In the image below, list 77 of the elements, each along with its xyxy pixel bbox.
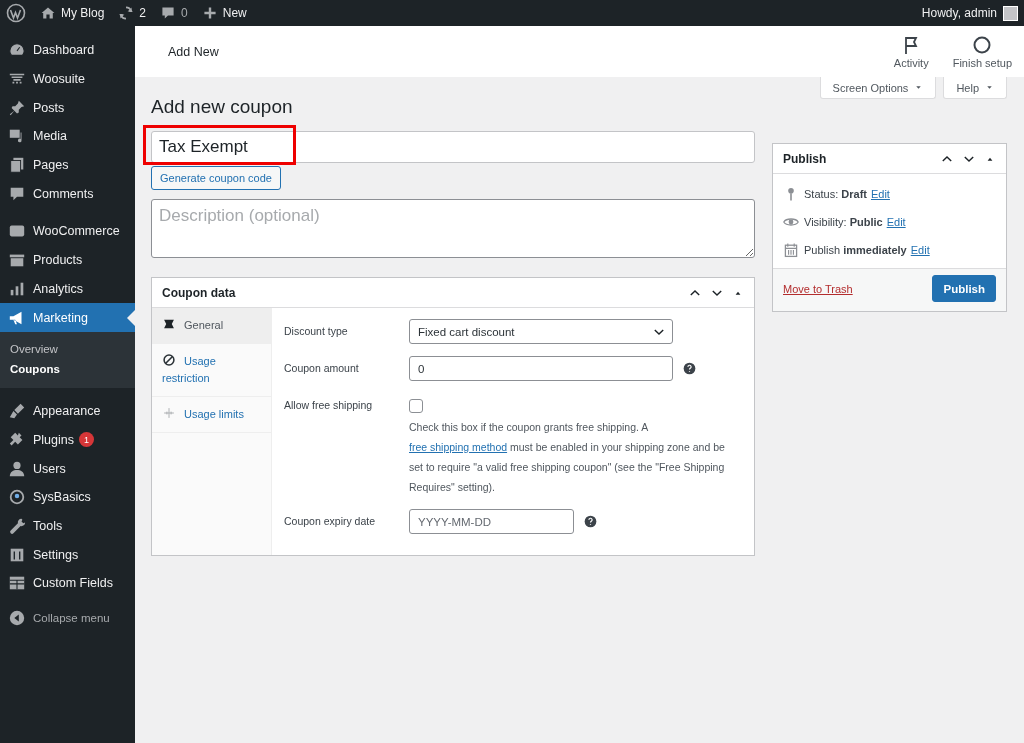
sidebar-menu-item[interactable]: Tools	[0, 511, 135, 541]
help-link[interactable]: free shipping method	[409, 441, 508, 453]
collapse-circle-icon	[8, 609, 26, 628]
publish-setting: Visibility: Public	[804, 216, 883, 228]
help-text: Check this box if the coupon grants free shipping. A free shipping method must be enabled in your shipping zone and be set to require "a valid free shipping coupon" (see the "Free Shipping Requires" setting).	[409, 420, 726, 495]
ticket-icon	[162, 317, 176, 331]
publish-setting: Status: Draft	[804, 188, 867, 200]
comments-link[interactable]: 0	[160, 5, 188, 21]
page-title: Add new coupon	[151, 96, 294, 118]
trash-link[interactable]: Move to Trash	[783, 282, 853, 295]
avatar-placeholder	[1003, 5, 1018, 21]
screen-meta-tab[interactable]: Help	[943, 77, 1007, 99]
edit-link[interactable]: Edit	[910, 244, 930, 256]
site-link[interactable]: My Blog	[40, 5, 105, 21]
dropdown-field[interactable]: Fixed cart discount	[409, 319, 673, 344]
sidebar-menu-item[interactable]: Plugins 1	[0, 425, 135, 455]
updates-link[interactable]: 2	[118, 5, 147, 21]
sidebar-menu-item[interactable]: Users	[0, 454, 135, 483]
edit-link[interactable]: Edit	[886, 216, 906, 228]
submenu-item[interactable]: Coupons	[0, 358, 135, 379]
sidebar-menu-item[interactable]: SysBasics	[0, 482, 135, 512]
panel-title: Publish	[783, 151, 827, 166]
wrench-icon	[8, 516, 26, 535]
circle-icon	[8, 488, 26, 507]
sidebar-menu-item[interactable]: Pages	[0, 150, 135, 180]
edit-link[interactable]: Edit	[870, 188, 890, 200]
prohibited-icon	[162, 353, 176, 367]
wordpress-logo-icon[interactable]	[6, 3, 26, 23]
sidebar-menu-item[interactable]: Dashboard	[0, 36, 135, 65]
page-breadcrumb-title: Add New	[168, 44, 219, 59]
collapse-menu-button[interactable]: Collapse menu	[0, 603, 135, 633]
account-link[interactable]: Howdy, admin	[921, 5, 1018, 21]
publish-button[interactable]: Publish	[932, 275, 996, 302]
panel-tab[interactable]: Usage restriction	[152, 344, 271, 397]
submenu-item[interactable]: Overview	[0, 338, 135, 359]
home-icon	[40, 5, 56, 21]
pages-icon	[8, 156, 26, 175]
sidebar-menu-item[interactable]: Posts	[0, 93, 135, 123]
description-field[interactable]: Description (optional)	[151, 199, 755, 258]
checkbox[interactable]	[409, 399, 423, 413]
dropdown-caret-icon	[985, 83, 994, 92]
crosshair-icon	[162, 406, 176, 420]
sidebar-menu-item[interactable]: Products	[0, 245, 135, 275]
field-label: Allow free shipping	[284, 398, 374, 413]
new-link[interactable]: New	[201, 5, 247, 21]
field-label: Coupon expiry date	[284, 514, 377, 529]
comment-icon	[160, 5, 177, 21]
sidebar-menu-item[interactable]: Media	[0, 122, 135, 151]
screen-meta-tab[interactable]: Screen Options	[819, 77, 937, 99]
field-label: Discount type	[284, 324, 349, 339]
calendar-icon	[783, 242, 799, 258]
coupon-code-field[interactable]: Tax Exempt	[151, 131, 755, 163]
sidebar-menu-item[interactable]: Comments	[0, 179, 135, 209]
circle-icon	[972, 34, 993, 55]
publish-setting: Publish immediately	[804, 244, 907, 256]
header-action-button[interactable]: Activity	[889, 34, 933, 69]
sidebar-menu-item[interactable]: Appearance	[0, 396, 135, 426]
date-field[interactable]: YYYY-MM-DD	[409, 509, 574, 534]
sidebar-menu-item[interactable]: Analytics	[0, 274, 135, 304]
sidebar-menu-item[interactable]: Custom Fields	[0, 569, 135, 598]
sidebar-menu-item[interactable]: Marketing	[0, 303, 135, 332]
plus-icon	[201, 5, 218, 21]
sidebar-menu-item[interactable]: Settings	[0, 540, 135, 569]
paintbrush-icon	[8, 402, 26, 421]
panel-tab[interactable]: General	[152, 308, 271, 344]
amount-field[interactable]: 0	[409, 356, 673, 381]
refresh-icon	[118, 5, 135, 21]
header-action-button[interactable]: Finish setup	[948, 34, 1016, 69]
pushpin-icon	[8, 98, 26, 117]
person-icon	[8, 459, 26, 478]
update-count-badge: 1	[79, 432, 94, 448]
panel-tab[interactable]: Usage limits	[152, 397, 271, 433]
generate-code-button[interactable]: Generate coupon code	[151, 166, 281, 190]
sidebar-menu-item[interactable]: Woosuite	[0, 64, 135, 94]
sidebar-menu-item[interactable]: WooCommerce	[0, 217, 135, 246]
field-label: Coupon amount	[284, 361, 360, 376]
panel-title: Coupon data	[162, 285, 236, 300]
